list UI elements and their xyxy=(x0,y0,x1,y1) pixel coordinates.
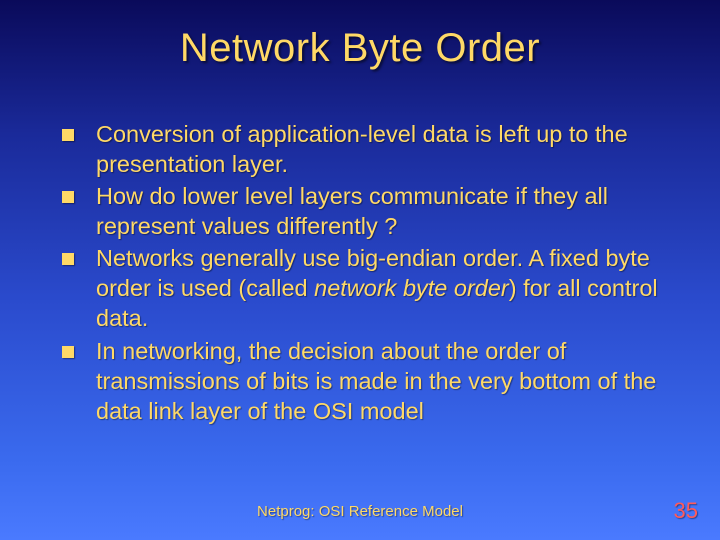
list-item: In networking, the decision about the or… xyxy=(62,336,678,426)
bullet-text: How do lower level layers communicate if… xyxy=(96,181,678,241)
bullet-text: In networking, the decision about the or… xyxy=(96,336,678,426)
square-bullet-icon xyxy=(62,253,74,265)
slide-body: Conversion of application-level data is … xyxy=(0,71,720,426)
square-bullet-icon xyxy=(62,129,74,141)
list-item: Networks generally use big-endian order.… xyxy=(62,243,678,333)
bullet-text: Conversion of application-level data is … xyxy=(96,119,678,179)
bullet-text: Networks generally use big-endian order.… xyxy=(96,243,678,333)
slide-title: Network Byte Order xyxy=(0,0,720,71)
bullet-text-emphasis: network byte order xyxy=(314,275,509,301)
page-number: 35 xyxy=(674,498,698,524)
slide-footer: Netprog: OSI Reference Model xyxy=(0,503,720,520)
square-bullet-icon xyxy=(62,191,74,203)
list-item: Conversion of application-level data is … xyxy=(62,119,678,179)
square-bullet-icon xyxy=(62,346,74,358)
list-item: How do lower level layers communicate if… xyxy=(62,181,678,241)
